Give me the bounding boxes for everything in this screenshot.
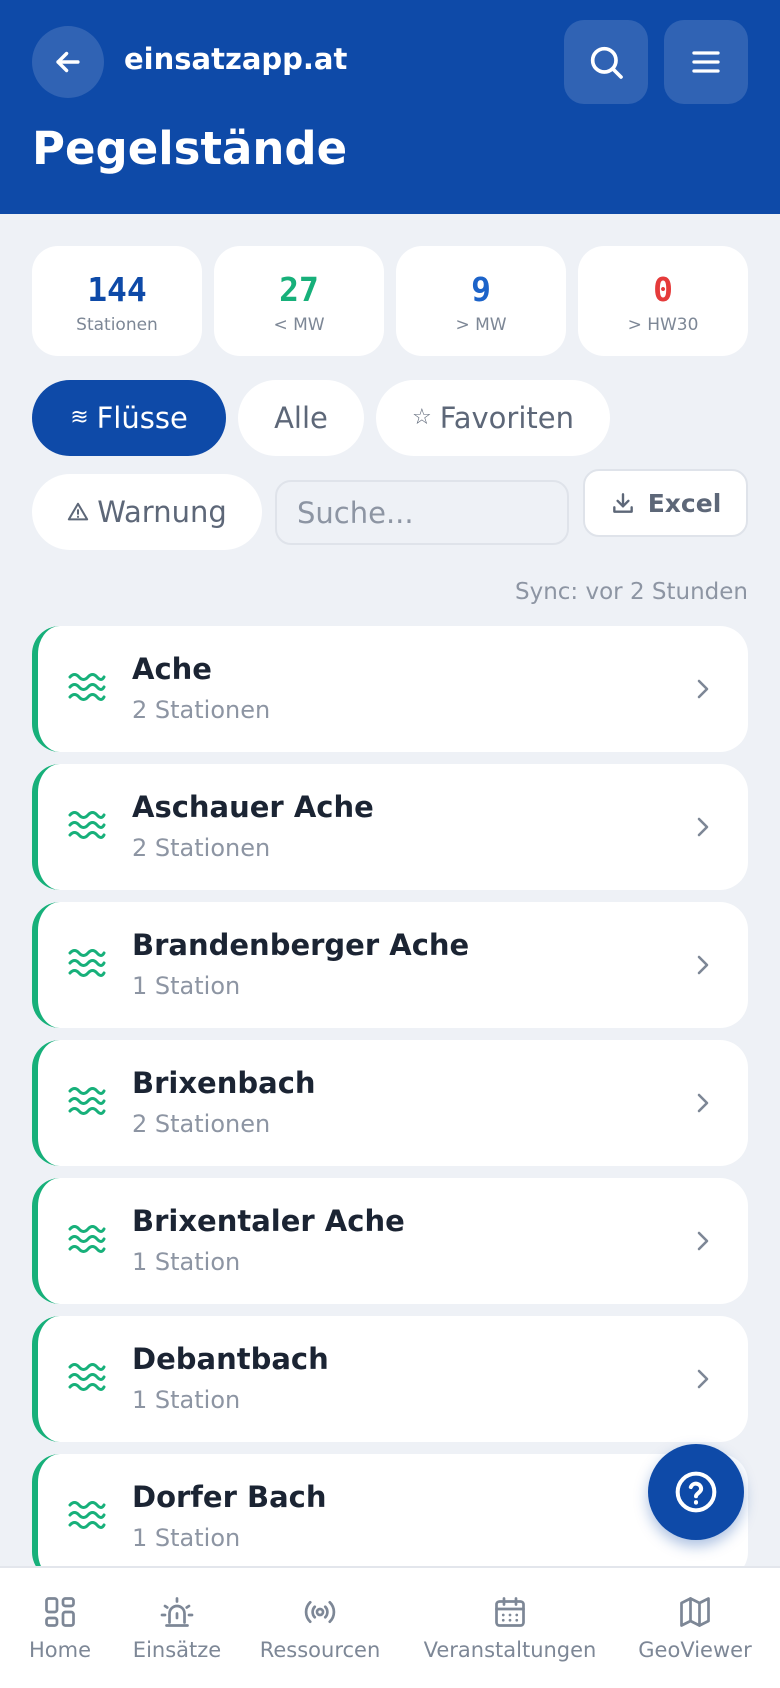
river-station-count: 1 Station	[132, 1248, 241, 1276]
river-name: Aschauer Ache	[132, 790, 374, 824]
map-icon	[680, 1597, 710, 1627]
nav-label: GeoViewer	[638, 1638, 752, 1662]
filter-warnung[interactable]: Warnung	[32, 474, 262, 550]
nav-label: Veranstaltungen	[423, 1638, 597, 1662]
sync-status: Sync: vor 2 Stunden	[515, 579, 748, 605]
waves-icon	[68, 1225, 106, 1253]
grid-icon	[45, 1597, 75, 1627]
filter-label: Flüsse	[96, 401, 188, 435]
nav-geoviewer[interactable]: GeoViewer	[636, 1568, 754, 1688]
hamburger-menu-icon	[692, 51, 720, 73]
river-station-count: 1 Station	[132, 972, 241, 1000]
stat-value: 27	[279, 270, 319, 309]
river-list-item[interactable]: Aschauer Ache 2 Stationen	[32, 764, 748, 890]
nav-veranstaltungen[interactable]: Veranstaltungen	[418, 1568, 602, 1688]
river-list-item[interactable]: Brandenberger Ache 1 Station	[32, 902, 748, 1028]
river-name: Brandenberger Ache	[132, 928, 470, 962]
river-station-count: 2 Stationen	[132, 1110, 271, 1138]
river-station-count: 2 Stationen	[132, 696, 271, 724]
river-list-item[interactable]: Dorfer Bach 1 Station	[32, 1454, 748, 1580]
stat-label: > MW	[455, 315, 507, 335]
radio-icon	[304, 1600, 336, 1624]
river-list-item[interactable]: Brixenbach 2 Stationen	[32, 1040, 748, 1166]
excel-label: Excel	[647, 488, 722, 518]
river-name: Dorfer Bach	[132, 1480, 327, 1514]
search-field[interactable]	[275, 480, 569, 545]
waves-icon	[68, 1087, 106, 1115]
stat-card-stations: 144 Stationen	[32, 246, 202, 356]
waves-icon: ≋	[70, 405, 89, 430]
search-icon	[590, 46, 623, 79]
river-list-item[interactable]: Brixentaler Ache 1 Station	[32, 1178, 748, 1304]
stat-label: Stationen	[76, 315, 158, 335]
siren-icon	[160, 1597, 194, 1627]
search-input[interactable]	[277, 482, 567, 543]
stat-value: 144	[87, 270, 147, 309]
river-station-count: 2 Stationen	[132, 834, 271, 862]
stat-value: 9	[471, 270, 491, 309]
chevron-right-icon	[697, 817, 709, 837]
chevron-right-icon	[697, 1369, 709, 1389]
star-icon: ☆	[411, 405, 432, 430]
river-list-item[interactable]: Debantbach 1 Station	[32, 1316, 748, 1442]
stat-card-above-hw30: 0 > HW30	[578, 246, 748, 356]
river-station-count: 1 Station	[132, 1386, 241, 1414]
download-icon	[612, 493, 633, 513]
search-button[interactable]	[564, 20, 648, 104]
chevron-right-icon	[697, 955, 709, 975]
warning-triangle-icon	[68, 502, 89, 521]
menu-button[interactable]	[664, 20, 748, 104]
nav-label: Ressourcen	[259, 1638, 381, 1662]
chevron-right-icon	[697, 1231, 709, 1251]
waves-icon	[68, 1363, 106, 1391]
arrow-left-icon	[56, 51, 80, 73]
nav-label: Einsätze	[132, 1638, 222, 1662]
river-station-count: 1 Station	[132, 1524, 241, 1552]
back-button[interactable]	[32, 26, 104, 98]
river-list-item[interactable]: Ache 2 Stationen	[32, 626, 748, 752]
waves-icon	[68, 1501, 106, 1529]
river-name: Brixenbach	[132, 1066, 316, 1100]
chevron-right-icon	[697, 1093, 709, 1113]
excel-export-button[interactable]: Excel	[583, 469, 748, 537]
waves-icon	[68, 949, 106, 977]
page-title: Pegelstände	[32, 122, 348, 175]
filter-alle[interactable]: Alle	[238, 380, 364, 456]
filter-label: Warnung	[97, 495, 227, 529]
stat-card-above-mw: 9 > MW	[396, 246, 566, 356]
stat-label: < MW	[273, 315, 325, 335]
waves-icon	[68, 673, 106, 701]
river-name: Brixentaler Ache	[132, 1204, 405, 1238]
river-name: Debantbach	[132, 1342, 329, 1376]
stat-label: > HW30	[627, 315, 699, 335]
nav-einsaetze[interactable]: Einsätze	[122, 1568, 232, 1688]
calendar-icon	[495, 1597, 525, 1627]
stat-value: 0	[653, 270, 673, 309]
question-circle-icon	[675, 1471, 717, 1513]
app-header: einsatzapp.at Pegelstände	[0, 0, 780, 214]
filter-label: Alle	[274, 401, 328, 435]
bottom-navigation: Home Einsätze Ressourcen Veranstaltungen…	[0, 1566, 780, 1688]
filter-label: Favoriten	[439, 401, 574, 435]
nav-ressourcen[interactable]: Ressourcen	[255, 1568, 385, 1688]
site-name: einsatzapp.at	[124, 42, 348, 76]
waves-icon	[68, 811, 106, 839]
filter-favoriten[interactable]: ☆ Favoriten	[376, 380, 610, 456]
river-name: Ache	[132, 652, 212, 686]
nav-label: Home	[28, 1638, 91, 1662]
nav-home[interactable]: Home	[20, 1568, 100, 1688]
stat-card-below-mw: 27 < MW	[214, 246, 384, 356]
chevron-right-icon	[697, 679, 709, 699]
filter-fluesse[interactable]: ≋ Flüsse	[32, 380, 226, 456]
help-fab-button[interactable]	[648, 1444, 744, 1540]
